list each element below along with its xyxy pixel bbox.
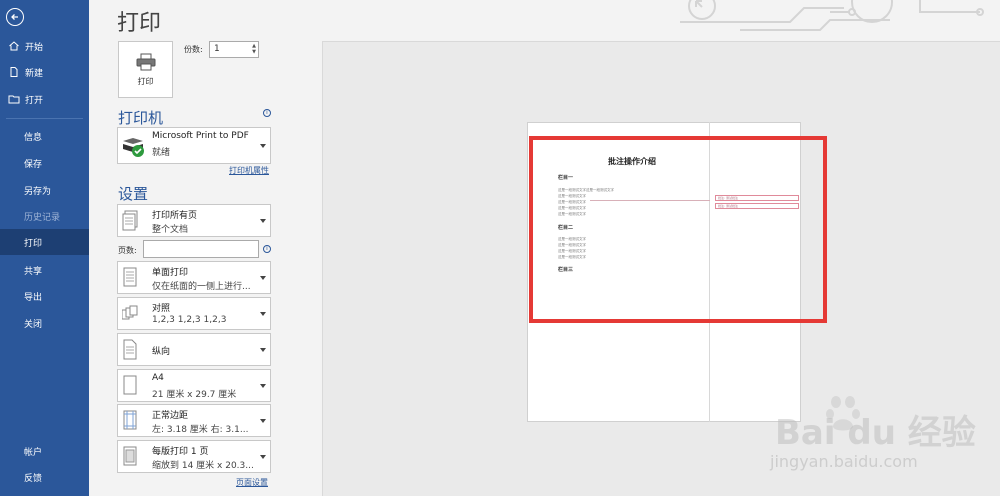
highlight-box bbox=[529, 136, 827, 323]
chevron-down-icon bbox=[260, 311, 266, 316]
sidebar-item-label: 历史记录 bbox=[24, 212, 61, 223]
printer-name: Microsoft Print to PDF bbox=[152, 131, 249, 141]
sidebar-item-print[interactable]: 打印 bbox=[0, 229, 89, 255]
backstage-sidebar: 开始 新建 打开 信息 保存 另存为 历史记录 打印 共享 导出 关闭 帐户 反… bbox=[0, 0, 89, 496]
info-icon[interactable]: i bbox=[263, 109, 271, 117]
sidebar-item-close[interactable]: 关闭 bbox=[0, 310, 89, 336]
printer-status: 就绪 bbox=[152, 148, 171, 158]
printer-properties-link[interactable]: 打印机属性 bbox=[229, 165, 269, 176]
margins-icon bbox=[123, 410, 137, 430]
portrait-icon bbox=[123, 339, 137, 360]
page-title: 打印 bbox=[117, 11, 162, 36]
pages-label: 页数: bbox=[118, 246, 137, 255]
sidebar-item-label: 导出 bbox=[24, 292, 43, 303]
printer-section-title: 打印机 bbox=[118, 109, 164, 127]
sidebar-item-label: 另存为 bbox=[24, 186, 52, 197]
page-setup-link[interactable]: 页面设置 bbox=[236, 477, 268, 488]
sidebar-item-label: 信息 bbox=[24, 132, 43, 143]
sidebar-item-label: 新建 bbox=[25, 68, 44, 79]
copies-input[interactable]: 1 ▲ ▼ bbox=[209, 41, 259, 58]
pages-input[interactable] bbox=[143, 240, 259, 258]
sidebar-item-account[interactable]: 帐户 bbox=[0, 438, 89, 464]
sidebar-item-save[interactable]: 保存 bbox=[0, 150, 89, 176]
sidebar-item-label: 保存 bbox=[24, 159, 43, 170]
option-label: 打印所有页 bbox=[152, 211, 198, 221]
option-sublabel: 左: 3.18 厘米 右: 3.1... bbox=[152, 425, 249, 435]
print-range-dropdown[interactable]: 打印所有页 整个文档 bbox=[117, 204, 271, 237]
pages-icon bbox=[122, 210, 138, 231]
new-document-icon bbox=[10, 67, 18, 77]
copies-value: 1 bbox=[214, 44, 220, 54]
settings-section-title: 设置 bbox=[118, 185, 149, 203]
watermark-text: Bai du 经验 bbox=[775, 413, 976, 453]
circuit-decoration-icon bbox=[680, 0, 984, 31]
option-label: 纵向 bbox=[152, 347, 171, 357]
print-button-label: 打印 bbox=[137, 76, 154, 86]
chevron-down-icon bbox=[260, 383, 266, 388]
sidebar-item-label: 打印 bbox=[24, 238, 43, 249]
sidebar-item-feedback[interactable]: 反馈 bbox=[0, 464, 89, 490]
folder-open-icon bbox=[8, 95, 20, 104]
pages-per-sheet-icon bbox=[123, 446, 137, 466]
sidebar-item-home[interactable]: 开始 bbox=[0, 33, 89, 59]
option-sublabel: 整个文档 bbox=[152, 225, 189, 235]
sidebar-item-new[interactable]: 新建 bbox=[0, 59, 89, 85]
chevron-down-icon bbox=[260, 275, 266, 280]
sidebar-item-label: 反馈 bbox=[24, 473, 43, 484]
paper-size-icon bbox=[123, 375, 137, 395]
option-label: 对照 bbox=[152, 304, 171, 314]
margins-dropdown[interactable]: 正常边距 左: 3.18 厘米 右: 3.1... bbox=[117, 404, 271, 437]
info-icon[interactable]: i bbox=[263, 245, 271, 253]
sidebar-item-label: 关闭 bbox=[24, 319, 43, 330]
orientation-dropdown[interactable]: 纵向 bbox=[117, 333, 271, 366]
chevron-down-icon bbox=[260, 418, 266, 423]
sidebar-item-history[interactable]: 历史记录 bbox=[0, 203, 89, 229]
sidebar-item-share[interactable]: 共享 bbox=[0, 257, 89, 283]
sidebar-item-label: 打开 bbox=[25, 95, 44, 106]
copies-label: 份数: bbox=[184, 45, 203, 54]
collation-dropdown[interactable]: 对照 1,2,3 1,2,3 1,2,3 bbox=[117, 297, 271, 330]
sidebar-item-label: 共享 bbox=[24, 266, 43, 277]
paper-size-dropdown[interactable]: A4 21 厘米 x 29.7 厘米 bbox=[117, 369, 271, 402]
watermark-url: jingyan.baidu.com bbox=[770, 452, 918, 471]
sidebar-item-label: 开始 bbox=[25, 42, 44, 53]
pages-per-sheet-dropdown[interactable]: 每版打印 1 页 缩放到 14 厘米 x 20.3... bbox=[117, 440, 271, 473]
option-sublabel: 1,2,3 1,2,3 1,2,3 bbox=[152, 315, 227, 325]
sidebar-item-open[interactable]: 打开 bbox=[0, 86, 89, 112]
sidebar-item-info[interactable]: 信息 bbox=[0, 123, 89, 149]
option-sublabel: 缩放到 14 厘米 x 20.3... bbox=[152, 461, 254, 471]
chevron-down-icon bbox=[260, 143, 266, 148]
sidebar-item-save-as[interactable]: 另存为 bbox=[0, 177, 89, 203]
home-icon bbox=[9, 41, 19, 51]
option-label: A4 bbox=[152, 373, 164, 383]
option-label: 每版打印 1 页 bbox=[152, 447, 209, 457]
sidebar-divider bbox=[6, 118, 83, 119]
option-sublabel: 仅在纸面的一侧上进行... bbox=[152, 282, 251, 292]
sides-dropdown[interactable]: 单面打印 仅在纸面的一侧上进行... bbox=[117, 261, 271, 294]
single-sided-icon bbox=[123, 267, 137, 287]
collate-icon bbox=[122, 305, 138, 320]
printer-icon bbox=[136, 53, 155, 70]
sidebar-item-label: 帐户 bbox=[24, 447, 43, 458]
printer-dropdown[interactable]: Microsoft Print to PDF 就绪 bbox=[117, 127, 271, 164]
option-label: 正常边距 bbox=[152, 411, 189, 421]
chevron-down-icon bbox=[260, 454, 266, 459]
print-button[interactable]: 打印 bbox=[118, 41, 173, 98]
sidebar-item-export[interactable]: 导出 bbox=[0, 283, 89, 309]
back-arrow-icon[interactable] bbox=[6, 8, 24, 26]
copies-spinner[interactable]: ▲ ▼ bbox=[252, 43, 256, 55]
option-label: 单面打印 bbox=[152, 268, 189, 278]
chevron-down-icon bbox=[260, 218, 266, 223]
printer-ready-icon bbox=[123, 138, 144, 157]
chevron-down-icon bbox=[260, 347, 266, 352]
option-sublabel: 21 厘米 x 29.7 厘米 bbox=[152, 390, 237, 400]
